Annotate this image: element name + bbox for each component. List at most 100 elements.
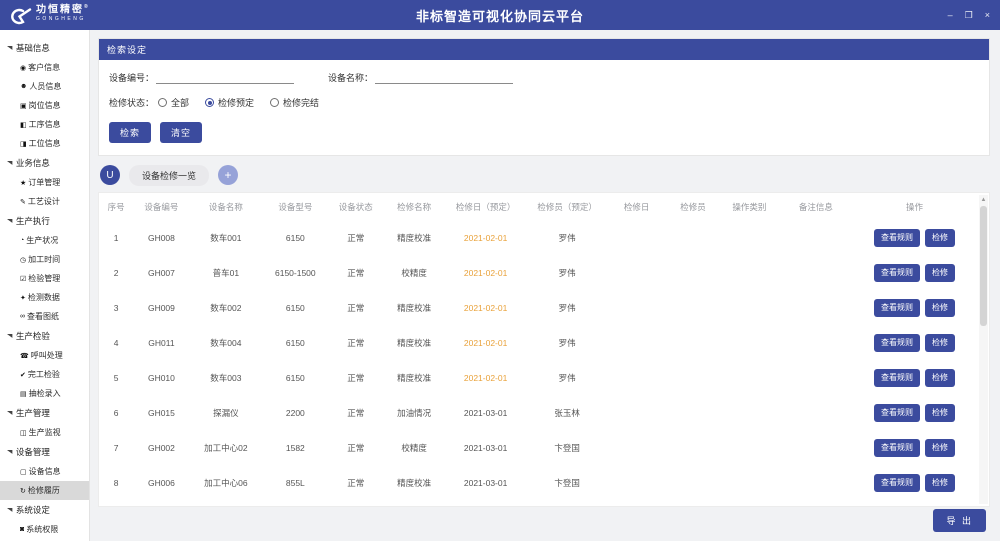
sidebar-item[interactable]: ◧工序信息	[0, 115, 89, 134]
view-rule-button[interactable]: 查看规则	[874, 229, 920, 247]
window-controls: – ❐ ×	[948, 11, 1000, 20]
sidebar-item[interactable]: ∞查看图纸	[0, 307, 89, 326]
sidebar-group-header[interactable]: ◢基础信息	[0, 38, 89, 58]
equipment-status: 正常	[329, 255, 383, 290]
radio-option[interactable]: 检修完结	[270, 96, 319, 109]
repair-button[interactable]: 检修	[925, 334, 955, 352]
view-rule-button[interactable]: 查看规则	[874, 474, 920, 492]
equipment-code-input[interactable]	[156, 71, 294, 84]
user-badge[interactable]: U	[100, 165, 120, 185]
tab-equipment-maintenance-list[interactable]: 设备检修一览	[129, 165, 209, 186]
sidebar-item[interactable]: ▤抽检录入	[0, 384, 89, 403]
planned-date: 2021-03-01	[445, 395, 526, 430]
sidebar-group-label: 设备管理	[16, 446, 50, 458]
planned-date: 2021-03-01	[445, 500, 526, 507]
planned-person: 卞登国	[526, 465, 609, 500]
equipment-name-input[interactable]	[375, 71, 513, 84]
sidebar-item[interactable]: ✔完工检验	[0, 365, 89, 384]
minimize-icon[interactable]: –	[948, 11, 953, 20]
add-tab-button[interactable]: +	[218, 165, 238, 185]
app-window: 功恒精密® GONGHENG 非标智造可视化协同云平台 – ❐ × ◢基础信息◉…	[0, 0, 1000, 541]
sidebar-item[interactable]: ◔生产状况	[0, 231, 89, 250]
planned-person: 罗伟	[526, 360, 609, 395]
sidebar-item[interactable]: ☑检验管理	[0, 269, 89, 288]
equipment-model: 2200	[262, 395, 328, 430]
sidebar-item[interactable]: ▢设备信息	[0, 462, 89, 481]
scrollbar-thumb[interactable]	[980, 206, 987, 326]
radio-option[interactable]: 检修预定	[205, 96, 254, 109]
scroll-up-icon[interactable]: ▲	[979, 195, 988, 205]
equipment-code: GH010	[133, 360, 189, 395]
equipment-code: GH008	[133, 220, 189, 255]
search-fields-row: 设备编号： 设备名称：	[99, 60, 989, 86]
operation-type	[721, 220, 777, 255]
repair-button[interactable]: 检修	[925, 369, 955, 387]
equipment-model: 6150	[262, 325, 328, 360]
sidebar-item[interactable]: ◉客户信息	[0, 58, 89, 77]
sidebar-item[interactable]: ◙系统权限	[0, 520, 89, 539]
view-rule-button[interactable]: 查看规则	[874, 369, 920, 387]
remark	[778, 325, 855, 360]
repair-button[interactable]: 检修	[925, 264, 955, 282]
actual-date	[608, 290, 664, 325]
export-button[interactable]: 导 出	[933, 509, 986, 532]
equipment-model: 6150	[262, 290, 328, 325]
production-monitor-icon: ◫	[20, 429, 27, 437]
equipment-name-label: 设备名称：	[328, 71, 373, 84]
sidebar-group-header[interactable]: ◢生产检验	[0, 326, 89, 346]
equipment-code: GH011	[133, 325, 189, 360]
row-no: 2	[99, 255, 133, 290]
table-scrollbar[interactable]: ▲	[979, 195, 988, 504]
sidebar-item[interactable]: ◷加工时间	[0, 250, 89, 269]
maximize-icon[interactable]: ❐	[965, 11, 973, 20]
equipment-status: 正常	[329, 220, 383, 255]
close-icon[interactable]: ×	[985, 11, 990, 20]
view-rule-button[interactable]: 查看规则	[874, 299, 920, 317]
table-row: 2GH007普车016150-1500正常校精度2021-02-01罗伟查看规则…	[99, 255, 975, 290]
table-row: 7GH002加工中心021582正常校精度2021-03-01卞登国查看规则检修	[99, 430, 975, 465]
equipment-code: GH015	[133, 395, 189, 430]
maintenance-name: 精度校准	[383, 290, 445, 325]
sidebar-group: ◢业务信息★订单管理✎工艺设计	[0, 153, 89, 211]
sidebar-item[interactable]: ☻人员信息	[0, 77, 89, 96]
view-rule-button[interactable]: 查看规则	[874, 264, 920, 282]
sidebar-item[interactable]: ★订单管理	[0, 173, 89, 192]
brand-cn: 功恒精密®	[36, 5, 90, 15]
actual-person	[665, 465, 721, 500]
sidebar-group-header[interactable]: ◢系统设定	[0, 500, 89, 520]
radio-option[interactable]: 全部	[158, 96, 189, 109]
sidebar-item[interactable]: ✦检测数据	[0, 288, 89, 307]
equipment-code: GH014	[133, 500, 189, 507]
view-rule-button[interactable]: 查看规则	[874, 439, 920, 457]
repair-button[interactable]: 检修	[925, 299, 955, 317]
sidebar-item[interactable]: ☎呼叫处理	[0, 346, 89, 365]
sidebar-item[interactable]: ✎工艺设计	[0, 192, 89, 211]
repair-button[interactable]: 检修	[925, 439, 955, 457]
sidebar-group-header[interactable]: ◢业务信息	[0, 153, 89, 173]
actual-person	[665, 360, 721, 395]
sidebar-group-header[interactable]: ◢生产管理	[0, 403, 89, 423]
clear-button[interactable]: 清空	[160, 122, 202, 143]
sidebar-item[interactable]: ▣岗位信息	[0, 96, 89, 115]
sidebar-item[interactable]: ↻检修履历	[0, 481, 89, 500]
view-rule-button[interactable]: 查看规则	[874, 404, 920, 422]
row-no: 1	[99, 220, 133, 255]
sidebar-item[interactable]: ◨工位信息	[0, 134, 89, 153]
sidebar-group-header[interactable]: ◢设备管理	[0, 442, 89, 462]
sidebar-item[interactable]: ◫生产监视	[0, 423, 89, 442]
sidebar-group-label: 基础信息	[16, 42, 50, 54]
repair-button[interactable]: 检修	[925, 229, 955, 247]
repair-button[interactable]: 检修	[925, 404, 955, 422]
sidebar-group-header[interactable]: ◢生产执行	[0, 211, 89, 231]
search-button[interactable]: 检索	[109, 122, 151, 143]
sidebar-group: ◢基础信息◉客户信息☻人员信息▣岗位信息◧工序信息◨工位信息	[0, 38, 89, 153]
table-row: 3GH009数车0026150正常精度校准2021-02-01罗伟查看规则检修	[99, 290, 975, 325]
equipment-info-icon: ▢	[20, 468, 27, 476]
inspection-management-icon: ☑	[20, 275, 26, 283]
view-rule-button[interactable]: 查看规则	[874, 334, 920, 352]
main-body: ◢基础信息◉客户信息☻人员信息▣岗位信息◧工序信息◨工位信息◢业务信息★订单管理…	[0, 30, 1000, 541]
equipment-name: 加工中心06	[190, 465, 262, 500]
repair-button[interactable]: 检修	[925, 474, 955, 492]
column-header: 设备编号	[133, 193, 189, 220]
footer: 导 出	[98, 507, 990, 541]
